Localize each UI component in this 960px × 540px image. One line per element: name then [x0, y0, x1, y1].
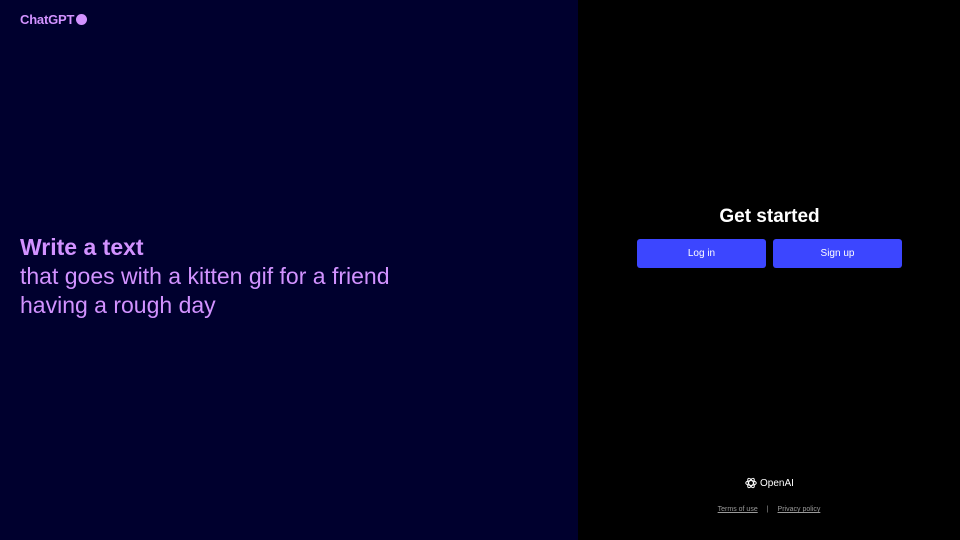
privacy-policy-link[interactable]: Privacy policy: [778, 506, 821, 513]
footer-separator: |: [766, 506, 769, 513]
auth-panel: Get started Log in Sign up OpenAI Terms …: [578, 0, 960, 540]
brand-dot-icon: [76, 14, 88, 25]
brand-name: ChatGPT: [20, 12, 75, 27]
login-page: ChatGPT Write a text that goes with a ki…: [0, 0, 960, 540]
footer-links: Terms of use | Privacy policy: [578, 506, 960, 513]
openai-logo-icon: [745, 477, 757, 489]
terms-of-use-link[interactable]: Terms of use: [718, 506, 758, 513]
openai-name: OpenAI: [760, 477, 794, 489]
hero-line-1: that goes with a kitten gif for a friend: [20, 263, 390, 289]
login-button[interactable]: Log in: [637, 239, 766, 268]
openai-brand: OpenAI: [578, 476, 960, 490]
hero-panel: ChatGPT Write a text that goes with a ki…: [0, 0, 578, 540]
get-started-title: Get started: [719, 206, 820, 227]
hero-title: Write a text: [20, 234, 144, 260]
brand-logo: ChatGPT: [20, 12, 88, 27]
auth-section: Get started Log in Sign up: [637, 204, 902, 268]
auth-buttons: Log in Sign up: [637, 239, 902, 268]
hero-text: Write a text that goes with a kitten gif…: [20, 233, 560, 320]
hero-line-2: having a rough day: [20, 292, 216, 318]
signup-button[interactable]: Sign up: [773, 239, 902, 268]
